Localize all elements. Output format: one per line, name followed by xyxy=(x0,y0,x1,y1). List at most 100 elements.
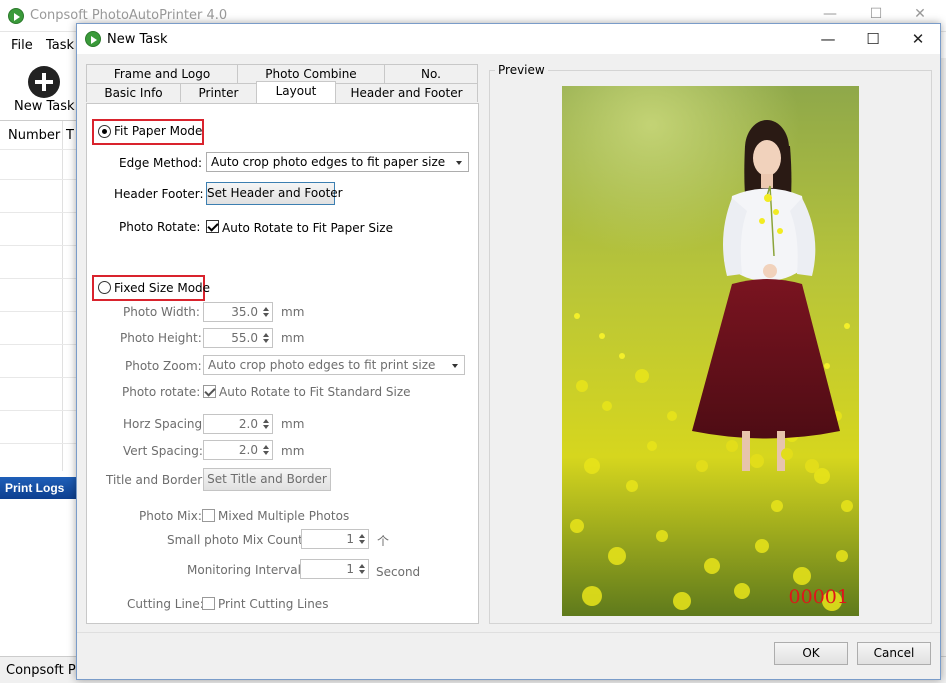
chevron-down-icon xyxy=(456,161,462,165)
spin-down-icon[interactable] xyxy=(263,451,269,455)
app-logo-icon xyxy=(8,8,24,24)
tab-no[interactable]: No. xyxy=(384,64,478,83)
dialog-close-icon[interactable]: ✕ xyxy=(908,30,928,48)
minimize-icon[interactable]: — xyxy=(822,6,838,22)
new-task-toolbar-button[interactable]: New Task xyxy=(6,62,78,118)
photo-height-stepper[interactable]: 55.0 xyxy=(203,328,273,348)
monitoring-interval-stepper[interactable]: 1 xyxy=(300,559,369,579)
mixed-photos-label[interactable]: Mixed Multiple Photos xyxy=(218,509,349,523)
plus-circle-icon xyxy=(28,66,60,98)
main-window-title: Conpsoft PhotoAutoPrinter 4.0 xyxy=(30,8,228,23)
status-text: Conpsoft Ph xyxy=(6,663,84,678)
spin-up-icon[interactable] xyxy=(263,307,269,311)
grid-row-line xyxy=(0,179,80,180)
main-menubar: File Task xyxy=(0,32,80,58)
edge-method-select[interactable]: Auto crop photo edges to fit paper size xyxy=(206,152,469,172)
cutting-lines-checkbox[interactable] xyxy=(202,597,215,610)
spin-down-icon[interactable] xyxy=(359,570,365,574)
new-task-dialog: New Task — ☐ ✕ Frame and Logo Photo Comb… xyxy=(76,23,941,680)
horz-spacing-label: Horz Spacing: xyxy=(123,417,207,431)
dialog-maximize-icon[interactable]: ☐ xyxy=(863,30,883,48)
edge-method-label: Edge Method: xyxy=(119,156,203,170)
spin-up-icon[interactable] xyxy=(263,419,269,423)
grid-row-line xyxy=(0,149,80,150)
new-task-label: New Task xyxy=(14,99,75,114)
tab-layout[interactable]: Layout xyxy=(256,81,336,103)
horz-spacing-value: 2.0 xyxy=(238,417,258,431)
small-mix-count-label: Small photo Mix Count: xyxy=(167,533,307,547)
auto-rotate-standard-label[interactable]: Auto Rotate to Fit Standard Size xyxy=(219,385,411,399)
fixed-size-mode-radio[interactable] xyxy=(98,281,111,294)
cancel-button[interactable]: Cancel xyxy=(857,642,931,665)
photo-number: 00001 xyxy=(788,586,849,608)
auto-rotate-paper-label[interactable]: Auto Rotate to Fit Paper Size xyxy=(222,221,393,235)
grid-header-number: Number xyxy=(8,128,61,143)
tab-header-and-footer[interactable]: Header and Footer xyxy=(335,83,478,102)
tab-printer[interactable]: Printer xyxy=(180,83,257,102)
chevron-down-icon xyxy=(452,364,458,368)
menu-file[interactable]: File xyxy=(11,38,33,53)
grid-row-line xyxy=(0,278,80,279)
set-title-border-button[interactable]: Set Title and Border xyxy=(203,468,331,491)
photo-zoom-value: Auto crop photo edges to fit print size xyxy=(208,358,436,372)
photo-height-label: Photo Height: xyxy=(120,331,202,345)
grid-row-line xyxy=(0,212,80,213)
task-grid: Number T xyxy=(0,120,80,471)
close-icon[interactable]: ✕ xyxy=(912,6,928,22)
grid-row-line xyxy=(0,311,80,312)
photo-mix-label: Photo Mix: xyxy=(139,509,202,523)
photo-width-stepper[interactable]: 35.0 xyxy=(203,302,273,322)
dialog-minimize-icon[interactable]: — xyxy=(818,30,838,48)
photo-zoom-label: Photo Zoom: xyxy=(125,359,202,373)
print-logs-label: Print Logs xyxy=(5,481,65,495)
photo-zoom-select[interactable]: Auto crop photo edges to fit print size xyxy=(203,355,465,375)
tab-basic-info[interactable]: Basic Info xyxy=(86,83,181,102)
edge-method-value: Auto crop photo edges to fit paper size xyxy=(211,155,446,169)
vert-spacing-label: Vert Spacing: xyxy=(123,444,203,458)
fixed-photo-rotate-label: Photo rotate: xyxy=(122,385,201,399)
photo-height-value: 55.0 xyxy=(231,331,258,345)
maximize-icon[interactable]: ☐ xyxy=(868,6,884,22)
fit-paper-mode-radio[interactable] xyxy=(98,125,111,138)
fit-paper-mode-label[interactable]: Fit Paper Mode xyxy=(114,124,202,138)
header-footer-label: Header Footer: xyxy=(114,187,204,201)
spin-up-icon[interactable] xyxy=(359,534,365,538)
grid-column-divider xyxy=(62,121,63,471)
spin-down-icon[interactable] xyxy=(359,540,365,544)
menu-task[interactable]: Task xyxy=(46,38,74,53)
dialog-logo-icon xyxy=(85,31,101,47)
small-mix-count-unit: 个 xyxy=(377,534,390,548)
spin-up-icon[interactable] xyxy=(263,333,269,337)
spin-up-icon[interactable] xyxy=(359,564,365,568)
grid-row-line xyxy=(0,344,80,345)
cutting-lines-label[interactable]: Print Cutting Lines xyxy=(218,597,328,611)
grid-row-line xyxy=(0,245,80,246)
vert-spacing-value: 2.0 xyxy=(238,443,258,457)
fixed-size-mode-label[interactable]: Fixed Size Mode xyxy=(114,281,210,295)
ok-button[interactable]: OK xyxy=(774,642,848,665)
monitoring-interval-label: Monitoring Interval: xyxy=(187,563,305,577)
grid-row-line xyxy=(0,443,80,444)
vert-spacing-stepper[interactable]: 2.0 xyxy=(203,440,273,460)
photo-width-unit: mm xyxy=(281,305,305,319)
auto-rotate-paper-checkbox[interactable] xyxy=(206,220,219,233)
layout-tab-panel: Fit Paper Mode Edge Method: Auto crop ph… xyxy=(86,103,479,624)
auto-rotate-standard-checkbox[interactable] xyxy=(203,385,216,398)
spin-up-icon[interactable] xyxy=(263,445,269,449)
cutting-line-label: Cutting Line: xyxy=(127,597,204,611)
set-header-footer-button[interactable]: Set Header and Footer xyxy=(206,182,343,205)
photo-rotate-label: Photo Rotate: xyxy=(119,220,201,234)
title-border-label: Title and Border: xyxy=(106,473,206,487)
tab-frame-and-logo[interactable]: Frame and Logo xyxy=(86,64,238,83)
horz-spacing-stepper[interactable]: 2.0 xyxy=(203,414,273,434)
grid-row-line xyxy=(0,410,80,411)
small-mix-count-stepper[interactable]: 1 xyxy=(301,529,369,549)
mixed-photos-checkbox[interactable] xyxy=(202,509,215,522)
photo-width-label: Photo Width: xyxy=(123,305,200,319)
spin-down-icon[interactable] xyxy=(263,339,269,343)
monitoring-interval-unit: Second xyxy=(376,565,421,579)
spin-down-icon[interactable] xyxy=(263,425,269,429)
horz-spacing-unit: mm xyxy=(281,417,305,431)
spin-down-icon[interactable] xyxy=(263,313,269,317)
layout-tabbar: Frame and Logo Photo Combine No. Basic I… xyxy=(86,64,478,104)
